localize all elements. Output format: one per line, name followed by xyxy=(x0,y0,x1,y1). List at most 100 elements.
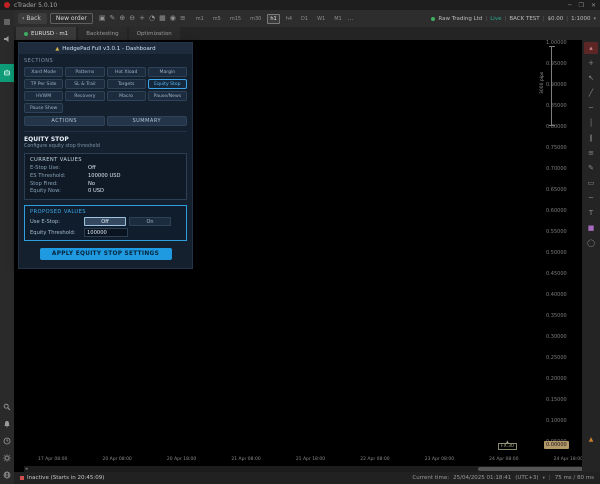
layout-icon[interactable]: ≡ xyxy=(180,15,186,22)
sections-grid: Xard Mode Patterns Hot Xload Margin TP Per S… xyxy=(24,67,187,113)
estop-on-button[interactable]: On xyxy=(129,217,171,227)
section-button[interactable]: Equity Stop xyxy=(147,79,187,89)
section-button[interactable]: Patterns xyxy=(65,67,105,77)
channel-icon[interactable]: ∥ xyxy=(584,132,598,144)
use-estop-label: Use E-Stop: xyxy=(30,218,61,225)
scrollbar-thumb[interactable] xyxy=(478,467,588,471)
back-button[interactable]: ‹ Back xyxy=(18,13,47,24)
section-button[interactable]: Hot Xload xyxy=(106,67,146,77)
trendline-icon[interactable]: ╱ xyxy=(584,87,598,99)
section-button[interactable]: Macro xyxy=(106,91,146,101)
title-bar: cTrader 5.0.10 ─ ❐ ✕ xyxy=(0,0,600,10)
price-axis-label: 0.60000 xyxy=(546,208,567,214)
ctrader-logo-icon xyxy=(4,2,10,8)
panel-title: HedgePad Full v3.0.1 - Dashboard xyxy=(62,45,156,52)
menu-icon[interactable] xyxy=(0,14,14,29)
search-icon[interactable] xyxy=(0,399,14,414)
pencil-icon[interactable]: ✎ xyxy=(110,15,116,22)
chart-tab[interactable]: Optimization xyxy=(128,27,180,40)
timeframe-button[interactable]: D1 xyxy=(298,14,311,24)
timeframe-button[interactable]: m30 xyxy=(247,14,264,24)
vertical-line-icon[interactable]: │ xyxy=(584,117,598,129)
grid-icon[interactable]: ▦ xyxy=(159,15,166,22)
fibonacci-icon[interactable]: ≡ xyxy=(584,147,598,159)
zoom-out-icon[interactable]: ⊖ xyxy=(129,15,135,22)
value-text: 100000 USD xyxy=(88,172,121,179)
section-button[interactable]: Pause/News xyxy=(147,91,187,101)
time-axis-label: 20 Apr 08:00 xyxy=(102,457,132,462)
new-order-button[interactable]: New order xyxy=(49,13,93,24)
pencil-tool-icon[interactable]: ✎ xyxy=(584,162,598,174)
apply-equity-stop-button[interactable]: APPLY EQUITY STOP SETTINGS xyxy=(39,248,172,261)
value-label: Stop Fired: xyxy=(30,180,58,187)
summary-button[interactable]: SUMMARY xyxy=(106,116,187,126)
zoom-in-icon[interactable]: ⊕ xyxy=(119,15,125,22)
compass-icon[interactable]: ◔ xyxy=(149,15,155,22)
timeframe-button[interactable]: m1 xyxy=(193,14,207,24)
section-button[interactable]: Xard Mode xyxy=(24,67,64,77)
main-toolbar: ‹ Back New order ▣ ✎ ⊕ ⊖ + ◔ ▦ ◉ ≡ m1 m5 m15 m30 h1 h… xyxy=(14,10,600,27)
gear-icon[interactable] xyxy=(0,450,14,465)
bell-icon[interactable] xyxy=(0,416,14,431)
marker-label: FX:30 xyxy=(498,443,517,450)
section-button[interactable]: Recovery xyxy=(65,91,105,101)
crosshair-icon[interactable]: + xyxy=(139,15,145,22)
actions-button[interactable]: ACTIONS xyxy=(24,116,105,126)
timeframe-button[interactable]: m5 xyxy=(210,14,224,24)
crosshair-tool-icon[interactable]: + xyxy=(584,57,598,69)
account-balance: $0.00 xyxy=(547,15,564,22)
minimize-button[interactable]: ─ xyxy=(568,2,572,9)
color-swatch[interactable]: ■ xyxy=(584,222,598,234)
price-axis-label: 0.55000 xyxy=(546,229,567,235)
timezone-label[interactable]: (UTC+3) xyxy=(515,475,538,481)
section-button[interactable]: Pause Show xyxy=(24,103,64,113)
time-axis[interactable]: 17 Apr 08:00 20 Apr 08:00 20 Apr 18:00 21 A… xyxy=(38,457,583,462)
chart-tab[interactable]: EURUSD · m1 xyxy=(16,27,77,40)
indicator-icon[interactable]: ◉ xyxy=(170,15,176,22)
proposed-values-heading: PROPOSED VALUES xyxy=(30,209,87,216)
ellipse-icon[interactable]: ◯ xyxy=(584,237,598,249)
horizontal-line-icon[interactable]: ─ xyxy=(584,102,598,114)
chart-marker[interactable]: ▲ FX:30 xyxy=(498,440,517,450)
left-icon-rail xyxy=(0,10,14,484)
section-button[interactable]: Margin xyxy=(147,67,187,77)
clock-icon[interactable] xyxy=(0,433,14,448)
cursor-icon[interactable]: ↖ xyxy=(584,72,598,84)
account-selector[interactable]: Raw Trading Ltd | Live | BACK TEST | $0.… xyxy=(431,16,596,22)
close-button[interactable]: ✕ xyxy=(591,2,596,9)
announcement-icon[interactable] xyxy=(0,31,14,46)
alert-icon[interactable]: ▲ xyxy=(584,434,598,446)
globe-icon[interactable] xyxy=(0,467,14,482)
timeframe-button[interactable]: h1 xyxy=(267,13,280,24)
tab-status-icon xyxy=(24,31,28,36)
bot-icon-active[interactable] xyxy=(0,64,14,82)
chart-tab[interactable]: Backtesting xyxy=(78,27,127,40)
section-button[interactable]: HVWM xyxy=(24,91,64,101)
text-tool-icon[interactable]: T xyxy=(584,207,598,219)
rectangle-icon[interactable]: ▭ xyxy=(584,177,598,189)
warning-icon: ▲ xyxy=(55,45,60,52)
timeframe-button[interactable]: m15 xyxy=(227,14,244,24)
section-button[interactable]: SL & Trail xyxy=(65,79,105,89)
panel-header[interactable]: ▲ HedgePad Full v3.0.1 - Dashboard xyxy=(19,43,192,54)
current-value-row: Equity Now: 0 USD xyxy=(30,188,181,196)
section-button[interactable]: TP Per Side xyxy=(24,79,64,89)
current-time-value: 25/04/2025 01:18:41 xyxy=(453,475,512,481)
value-text: 0 USD xyxy=(88,188,105,195)
maximize-button[interactable]: ❐ xyxy=(579,2,584,9)
collapse-icon[interactable]: ▴ xyxy=(584,42,598,54)
timeframe-button[interactable]: M1 xyxy=(331,14,345,24)
chevron-down-icon[interactable]: ▾ xyxy=(543,476,545,481)
price-axis-label: 0.45000 xyxy=(546,271,567,277)
time-axis-label: 23 Apr 08:00 xyxy=(424,457,455,462)
tab-label: Backtesting xyxy=(86,30,119,37)
polyline-icon[interactable]: ~ xyxy=(584,192,598,204)
estop-off-button[interactable]: Off xyxy=(84,217,126,227)
timeframe-more-button[interactable]: ... xyxy=(348,15,354,22)
section-button[interactable]: Targets xyxy=(106,79,146,89)
equity-threshold-input[interactable] xyxy=(84,228,128,238)
chart-frame-icon[interactable]: ▣ xyxy=(99,15,106,22)
timeframe-button[interactable]: h4 xyxy=(283,14,295,24)
timeframe-button[interactable]: W1 xyxy=(314,14,328,24)
pip-ruler: 3000 pips xyxy=(540,46,557,126)
